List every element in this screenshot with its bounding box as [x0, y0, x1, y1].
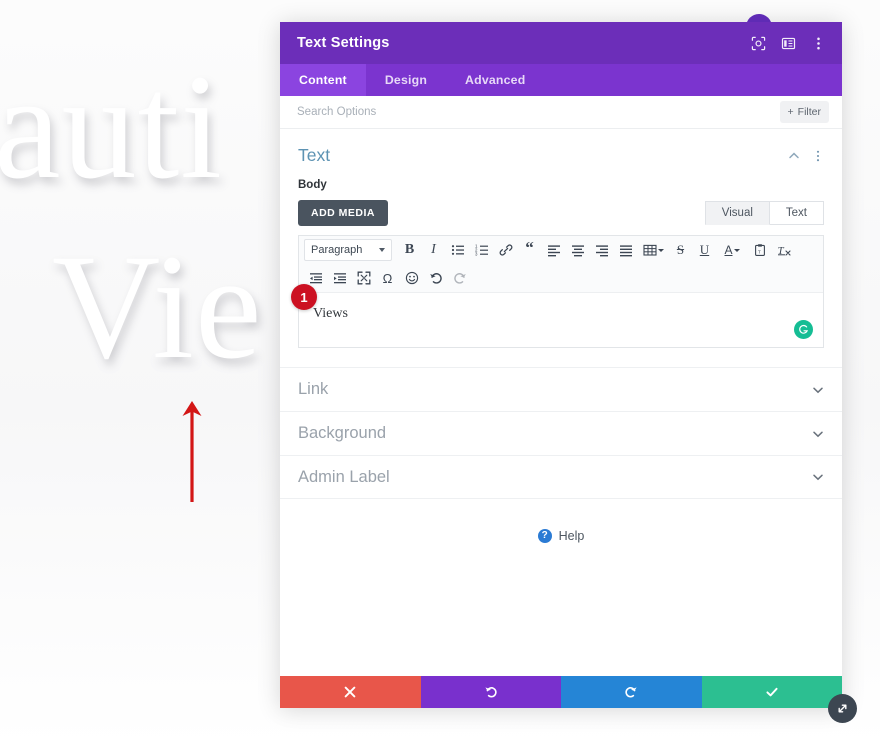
tab-visual-editor[interactable]: Visual	[704, 201, 770, 225]
resize-diagonal-icon	[838, 704, 847, 713]
text-section-title: Text	[298, 145, 331, 165]
filter-label: Filter	[797, 106, 821, 118]
resize-handle[interactable]	[828, 694, 857, 723]
accordion-row-link[interactable]: Link	[280, 367, 842, 411]
text-section: Text Body ADD MEDIA Visual Text Paragrap…	[280, 129, 842, 348]
tab-design[interactable]: Design	[366, 64, 446, 96]
rich-text-editor: Paragraph B I 1 2 3 “ S U A T T Ω 1 View…	[291, 235, 824, 348]
link-icon[interactable]	[494, 239, 517, 261]
fullscreen-icon[interactable]	[352, 267, 375, 289]
search-options-row: + Filter	[280, 96, 842, 129]
emoji-icon[interactable]	[400, 267, 423, 289]
paragraph-format-select[interactable]: Paragraph	[304, 239, 392, 261]
indent-icon[interactable]	[328, 267, 351, 289]
background-word-one: auti	[0, 44, 223, 210]
tab-content[interactable]: Content	[280, 64, 366, 96]
bold-icon[interactable]: B	[398, 239, 421, 261]
chevron-down-icon	[813, 431, 823, 437]
focus-target-icon[interactable]	[751, 36, 766, 51]
blockquote-icon[interactable]: “	[518, 239, 541, 261]
align-justify-icon[interactable]	[614, 239, 637, 261]
chevron-down-icon	[813, 387, 823, 393]
modal-header: Text Settings	[280, 22, 842, 64]
clear-formatting-icon[interactable]: T	[772, 239, 795, 261]
layout-panel-icon[interactable]	[781, 36, 796, 51]
text-settings-modal: Text Settings Content Design Advanced Se…	[280, 14, 842, 708]
help-label: Help	[558, 529, 585, 543]
modal-tab-bar: Content Design Advanced	[280, 64, 842, 96]
align-right-icon[interactable]	[590, 239, 613, 261]
align-left-icon[interactable]	[542, 239, 565, 261]
chevron-down-icon	[657, 248, 664, 252]
chevron-up-icon[interactable]	[788, 150, 800, 162]
search-input[interactable]	[297, 106, 780, 118]
save-button[interactable]	[701, 676, 842, 708]
bulleted-list-icon[interactable]	[446, 239, 469, 261]
modal-header-actions	[751, 36, 826, 51]
chevron-down-icon	[813, 474, 823, 481]
close-icon	[344, 686, 356, 698]
annotation-arrow-icon	[182, 401, 202, 502]
help-row[interactable]: ? Help	[280, 529, 842, 543]
redo-icon[interactable]	[448, 267, 471, 289]
background-hero-text: auti Vie	[0, 0, 290, 420]
modal-title: Text Settings	[297, 35, 390, 51]
text-section-header: Text	[298, 145, 824, 166]
modal-body: Text Body ADD MEDIA Visual Text Paragrap…	[280, 129, 842, 676]
italic-icon[interactable]: I	[422, 239, 445, 261]
modal-footer	[280, 676, 842, 708]
accordion-label-link: Link	[298, 380, 329, 398]
undo-button[interactable]	[420, 676, 561, 708]
svg-text:T: T	[758, 249, 761, 254]
accordion-label-admin-label: Admin Label	[298, 467, 390, 486]
align-center-icon[interactable]	[566, 239, 589, 261]
paste-as-text-icon[interactable]: T	[748, 239, 771, 261]
add-media-button[interactable]: ADD MEDIA	[298, 200, 388, 226]
text-color-letter: A	[724, 243, 733, 257]
chevron-down-icon	[379, 248, 385, 252]
grammarly-icon[interactable]	[794, 320, 813, 339]
accordion-label-background: Background	[298, 424, 387, 442]
editor-content-area[interactable]: 1 Views	[291, 284, 823, 347]
editor-mode-tabs: Visual Text	[704, 201, 824, 225]
chevron-down-icon	[733, 248, 740, 252]
underline-icon[interactable]: U	[693, 239, 716, 261]
tab-text-editor[interactable]: Text	[769, 201, 824, 225]
redo-icon	[625, 687, 637, 698]
strikethrough-icon[interactable]: S	[669, 239, 692, 261]
text-section-controls	[788, 150, 824, 162]
check-icon	[766, 687, 778, 697]
editor-top-bar: ADD MEDIA Visual Text	[298, 200, 824, 226]
settings-accordion: Link Background Admin Label	[280, 367, 842, 499]
cancel-button[interactable]	[280, 676, 421, 708]
text-color-icon[interactable]: A	[717, 239, 747, 261]
editor-toolbar-row-1: Paragraph B I 1 2 3 “ S U A T T	[299, 236, 823, 264]
step-badge-1: 1	[291, 284, 317, 310]
background-word-two: Vie	[52, 224, 263, 390]
more-options-icon[interactable]	[811, 36, 826, 51]
paragraph-format-label: Paragraph	[311, 244, 363, 256]
undo-icon[interactable]	[424, 267, 447, 289]
special-character-icon[interactable]: Ω	[376, 267, 399, 289]
section-more-options-icon[interactable]	[812, 150, 824, 162]
body-field-label: Body	[298, 179, 327, 191]
accordion-row-background[interactable]: Background	[280, 411, 842, 455]
filter-button[interactable]: + Filter	[779, 101, 829, 123]
svg-text:3: 3	[475, 252, 478, 257]
numbered-list-icon[interactable]: 1 2 3	[470, 239, 493, 261]
accordion-row-admin-label[interactable]: Admin Label	[280, 455, 842, 499]
table-icon[interactable]	[638, 239, 668, 261]
editor-text-value: Views	[313, 306, 348, 321]
editor-toolbar-row-2: Ω	[299, 264, 823, 292]
filter-plus-icon: +	[787, 106, 794, 118]
redo-button[interactable]	[561, 676, 702, 708]
help-question-icon: ?	[537, 529, 552, 543]
undo-icon	[485, 687, 497, 698]
tab-advanced[interactable]: Advanced	[446, 64, 544, 96]
